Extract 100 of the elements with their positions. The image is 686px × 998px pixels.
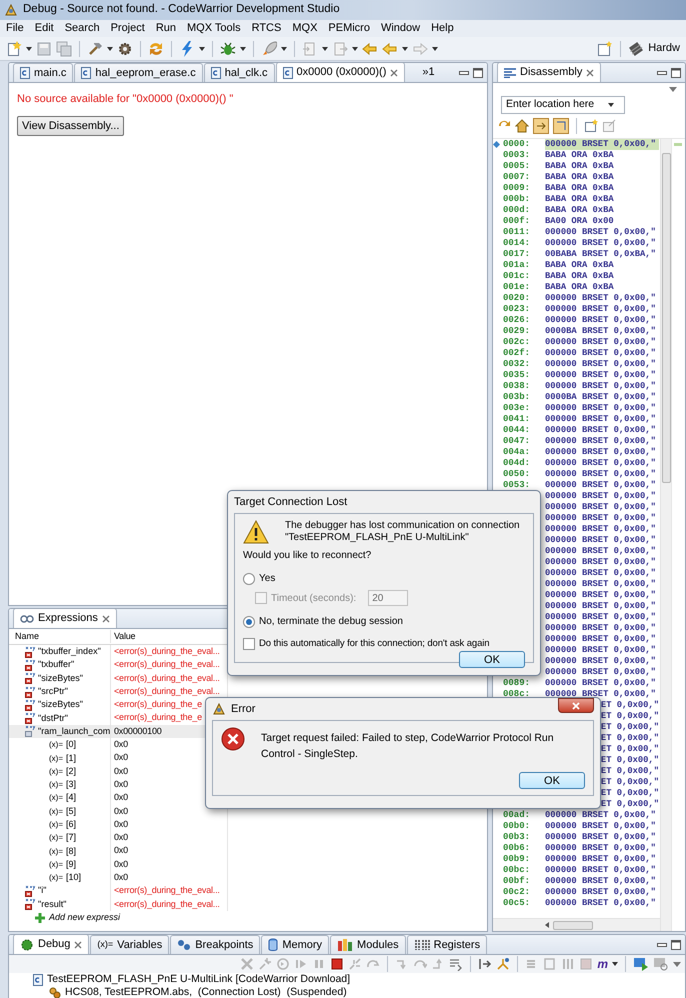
address: 0029:: [503, 326, 530, 336]
instruction: ET 0,0x00,": [600, 766, 659, 776]
expression-name: "txbuffer_index": [38, 645, 101, 658]
element-name: [3]: [66, 778, 76, 792]
instruction: 000000 BRSET 0,0x00,": [545, 667, 656, 677]
instruction: 000000 BRSET 0,0x00,": [545, 634, 656, 644]
instruction: 000000 BRSET 0,0x00,": [545, 414, 656, 424]
instruction: 000000 BRSET 0,0x00,": [545, 502, 656, 512]
instruction: 000000 BRSET 0,0x00,": [545, 436, 656, 446]
variable-icon: (x)=: [49, 791, 63, 804]
instruction: 000000 BRSET 0,0x00,": [545, 810, 656, 820]
instruction: BABA ORA 0xBA: [545, 271, 614, 281]
instruction: 000000 BRSET 0,0x00,": [545, 480, 656, 490]
instruction: 000000 BRSET 0,0x00,": [545, 513, 656, 523]
address: 0011:: [503, 227, 530, 237]
expression-value: <error(s)_during_the_eval...: [114, 672, 220, 683]
address: 00b0:: [503, 821, 530, 831]
instruction: ET 0,0x00,": [600, 711, 659, 721]
expression-value: <error(s)_during_the_e: [114, 712, 202, 722]
address: 00c5:: [503, 898, 530, 908]
dialog-message: The debugger has lost communication on connection "TestEEPROM_FLASH_PnE U-MultiLink": [285, 520, 520, 544]
instruction: BABA ORA 0xBA: [545, 260, 614, 270]
instruction: 00BABA BRSET 0,0xBA,": [545, 249, 656, 259]
instruction: 000000 BRSET 0,0x00,": [545, 425, 656, 435]
address: 00b9:: [503, 854, 530, 864]
variable-icon: (x)=: [49, 804, 63, 818]
expression-value: <error(s)_during_the_eval...: [114, 898, 220, 909]
address: 0035:: [503, 370, 530, 380]
dialog-title: Target Connection Lost: [234, 494, 348, 510]
address: 0038:: [503, 381, 530, 391]
element-name: [7]: [66, 831, 76, 844]
address: 00c2:: [503, 887, 530, 897]
instruction: BABA ORA 0xBA: [545, 183, 614, 193]
instruction: 0000BA BRSET 0,0x00,": [545, 392, 656, 402]
instruction: 000000 BRSET 0,0x00,": [545, 304, 656, 314]
element-name: [10]: [66, 871, 82, 884]
address: 00b3:: [503, 832, 530, 842]
expression-value: 0x0: [114, 845, 128, 856]
expression-value: 0x0: [114, 766, 128, 776]
address: 001c:: [503, 271, 530, 281]
variable-icon: (x)=: [49, 764, 63, 778]
expression-value: 0x0: [114, 739, 128, 750]
address: 0050:: [503, 469, 530, 479]
instruction: 000000 BRSET 0,0x00,": [545, 359, 656, 369]
instruction: 000000 BRSET 0,0x00,": [545, 491, 656, 501]
address: 001a:: [503, 260, 530, 270]
instruction: 000000 BRSET 0,0x00,": [545, 898, 656, 908]
address: 0047:: [503, 436, 530, 446]
instruction: 000000 BRSET 0,0x00,": [545, 337, 656, 347]
instruction: 000000 BRSET 0,0x00,": [545, 854, 656, 864]
instruction: 000000 BRSET 0,0x00,": [545, 348, 656, 358]
dialog-message: Target request failed: Failed to step, CodeWarrior Protocol Run Control - SingleStep.: [261, 731, 555, 762]
element-name: [5]: [66, 804, 76, 818]
instruction: 000000 BRSET 0,0x00,": [545, 612, 656, 622]
address: 0009:: [503, 183, 530, 193]
expression-value: <error(s)_during_the_e: [114, 699, 202, 710]
variable-icon: (x)=: [49, 858, 63, 871]
variable-icon: (x)=: [49, 778, 63, 792]
instruction: 000000 BRSET 0,0x00,": [545, 887, 656, 897]
expression-value: 0x0: [114, 858, 128, 869]
instruction: ET 0,0x00,": [600, 788, 659, 798]
instruction: 000000 BRSET 0,0x00,": [545, 568, 656, 578]
address: 0005:: [503, 161, 530, 171]
instruction: 000000 BRSET 0,0x00,": [545, 689, 656, 699]
error-message: No source available for "0x0000 (0x0000)() ": [17, 92, 234, 107]
address: 0026:: [503, 315, 530, 325]
expression-name: "sizeBytes": [38, 672, 83, 685]
address: 000f:: [503, 216, 530, 226]
element-name: [1]: [66, 752, 76, 765]
instruction: 000000 BRSET 0,0x00,": [545, 370, 656, 380]
expression-value: <error(s)_during_the_eval...: [114, 646, 220, 656]
instruction: 000000 BRSET 0,0x00,": [545, 227, 656, 237]
address: 0003:: [503, 150, 530, 160]
address: 0017:: [503, 249, 530, 259]
address: 000b:: [503, 194, 530, 204]
variable-icon: (x)=: [49, 752, 63, 765]
address: 0023:: [503, 304, 530, 314]
variable-icon: (x)=: [49, 738, 63, 752]
expression-value: 0x0: [114, 778, 128, 789]
address: 00bf:: [503, 876, 530, 886]
expression-value: 0x0: [114, 832, 128, 842]
expression-name: "ram_launch_com: [38, 724, 110, 738]
instruction: 000000 BRSET 0,0x00,": [545, 832, 656, 842]
instruction: 000000 BRSET 0,0x00,": [545, 403, 656, 413]
address: 0014:: [503, 238, 530, 248]
element-name: [4]: [66, 791, 76, 804]
expression-name: "dstPtr": [38, 712, 68, 725]
address: 0032:: [503, 359, 530, 369]
instruction: ET 0,0x00,": [600, 744, 659, 754]
address: 000d:: [503, 205, 530, 215]
instruction: 000000 BRSET 0,0x00,": [545, 590, 656, 600]
address: 0020:: [503, 293, 530, 303]
instruction: ET 0,0x00,": [600, 722, 659, 732]
instruction: BABA ORA 0xBA: [545, 150, 614, 160]
instruction: BABA ORA 0xBA: [545, 172, 614, 182]
expression-name: "sizeBytes": [38, 698, 83, 712]
instruction: 000000 BRSET 0,0x00,": [545, 546, 656, 556]
instruction: 000000 BRSET 0,0x00,": [545, 139, 656, 149]
instruction: BA00 ORA 0x00: [545, 216, 614, 226]
address: 00bc:: [503, 865, 530, 875]
